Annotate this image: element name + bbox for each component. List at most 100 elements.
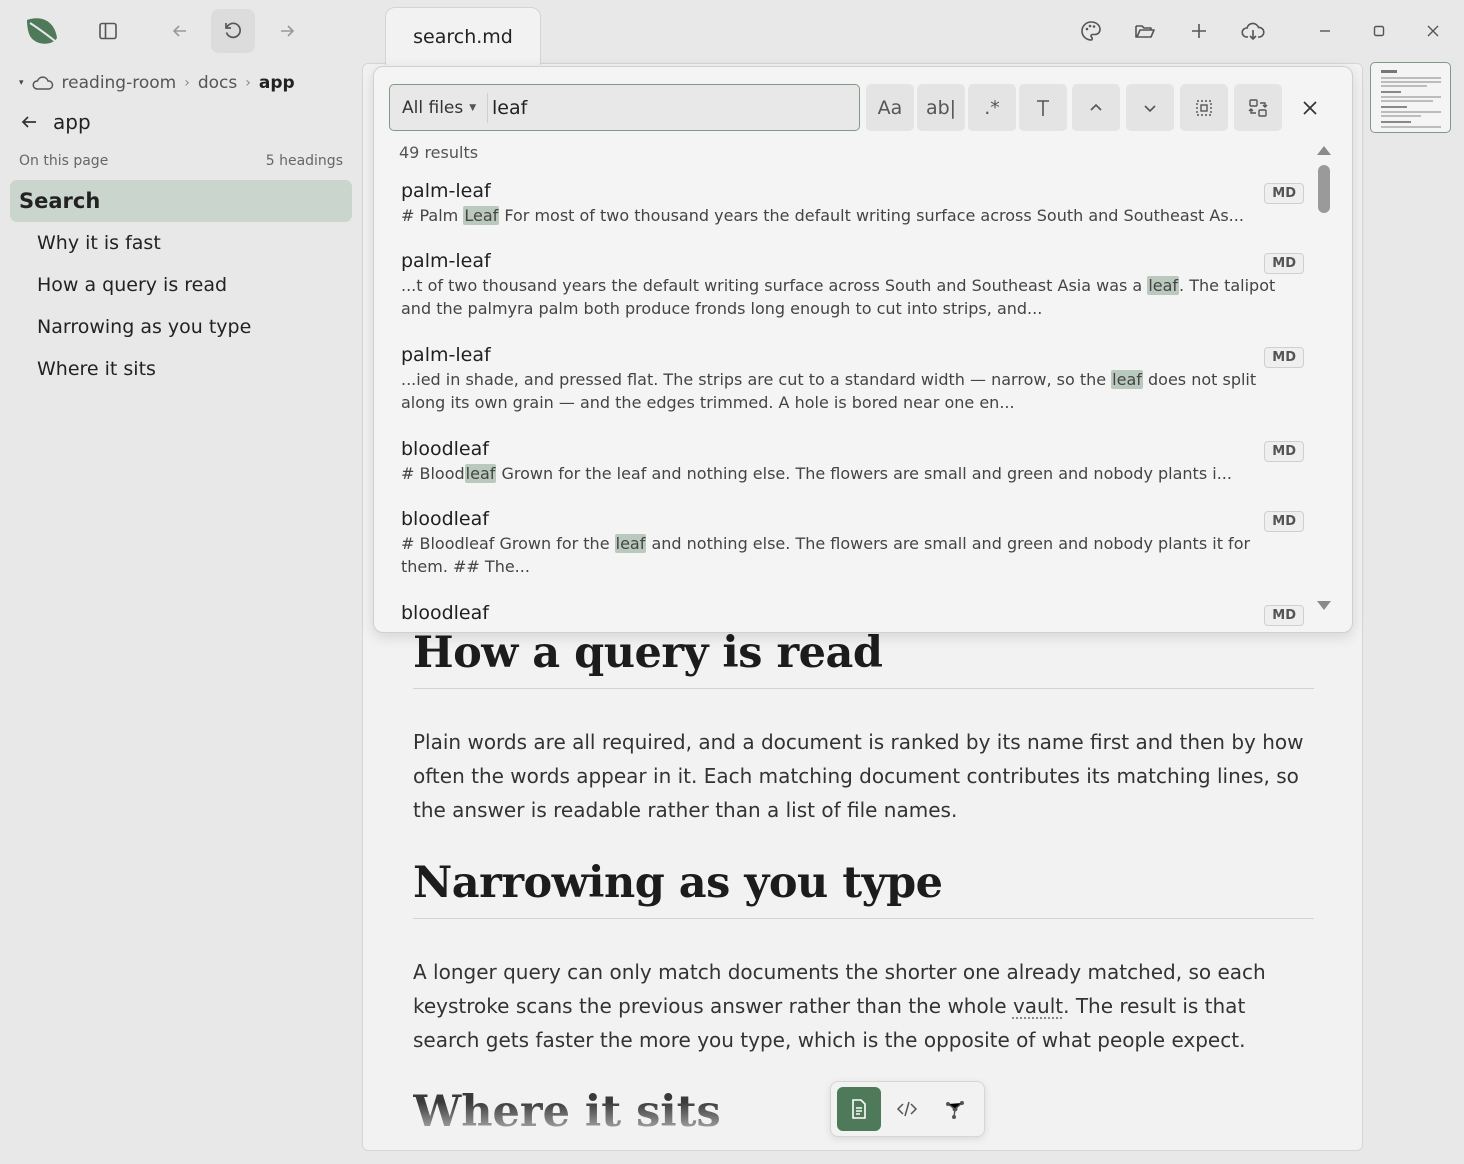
search-result[interactable]: palm-leaf # Palm Leaf For most of two th… bbox=[389, 173, 1304, 243]
document-icon bbox=[852, 1099, 866, 1119]
search-input[interactable]: leaf bbox=[488, 97, 527, 119]
scroll-down-icon bbox=[1317, 601, 1331, 610]
search-result[interactable]: palm-leaf ...ied in shade, and pressed f… bbox=[389, 337, 1304, 431]
source-view-button[interactable] bbox=[885, 1087, 929, 1131]
replace-icon bbox=[1248, 98, 1268, 117]
minimap-line bbox=[1381, 115, 1421, 117]
minimap-line bbox=[1381, 85, 1427, 87]
whole-word-toggle[interactable]: ab| bbox=[917, 84, 965, 131]
minimize-icon bbox=[1320, 30, 1330, 32]
file-type-badge: MD bbox=[1264, 347, 1304, 368]
outline-header: On this page 5 headings bbox=[19, 153, 343, 169]
minimap-line bbox=[1381, 91, 1401, 93]
result-file-name: palm-leaf bbox=[401, 344, 491, 366]
vault-link[interactable]: vault bbox=[1013, 994, 1063, 1018]
sidebar-icon bbox=[99, 22, 117, 40]
refresh-icon bbox=[225, 22, 241, 39]
minimap-line bbox=[1381, 111, 1441, 113]
whole-word-label: ab| bbox=[925, 96, 957, 119]
search-scope-value: All files bbox=[402, 97, 464, 118]
toggle-sidebar-button[interactable] bbox=[86, 9, 130, 53]
match-case-label: Aa bbox=[877, 96, 903, 119]
view-mode-switcher bbox=[830, 1081, 985, 1137]
paragraph-query-read: Plain words are all required, and a docu… bbox=[413, 730, 1304, 822]
sync-button[interactable] bbox=[1231, 9, 1275, 53]
plus-icon bbox=[1192, 24, 1206, 38]
page-minimap[interactable] bbox=[1370, 62, 1451, 133]
new-button[interactable] bbox=[1177, 9, 1221, 53]
back-button[interactable] bbox=[158, 9, 202, 53]
outline-heading-count: 5 headings bbox=[265, 153, 343, 169]
breadcrumb-item-docs[interactable]: docs bbox=[198, 73, 237, 93]
theme-button[interactable] bbox=[1069, 9, 1113, 53]
match-highlight: leaf bbox=[464, 464, 497, 483]
result-file-name: bloodleaf bbox=[401, 508, 489, 530]
arrow-left-icon bbox=[21, 116, 36, 128]
results-scrollbar[interactable] bbox=[1316, 141, 1332, 621]
previous-result-button[interactable] bbox=[1072, 84, 1120, 131]
outline-item-where-sits[interactable]: Where it sits bbox=[10, 348, 352, 390]
regex-toggle[interactable]: .* bbox=[968, 84, 1016, 131]
breadcrumb-item-current[interactable]: app bbox=[259, 73, 295, 93]
open-folder-button[interactable] bbox=[1123, 9, 1167, 53]
breadcrumb-separator: › bbox=[245, 75, 251, 91]
reload-button[interactable] bbox=[211, 9, 255, 53]
back-folder-label: app bbox=[53, 110, 91, 134]
outline-item-label: Narrowing as you type bbox=[37, 316, 252, 338]
result-file-name: bloodleaf bbox=[401, 602, 489, 624]
outline-item-narrowing[interactable]: Narrowing as you type bbox=[10, 306, 352, 348]
search-scope-dropdown[interactable]: All files ▼ bbox=[390, 92, 488, 123]
heading-narrowing: Narrowing as you type bbox=[413, 858, 1314, 919]
heading-query-read: How a query is read bbox=[413, 628, 1314, 689]
file-type-badge: MD bbox=[1264, 605, 1304, 626]
outline-item-label: How a query is read bbox=[37, 274, 228, 296]
file-type-badge: MD bbox=[1264, 183, 1304, 204]
search-result[interactable]: bloodleaf MD bbox=[389, 595, 1304, 632]
chevron-down-icon: ▼ bbox=[469, 102, 477, 113]
match-case-toggle[interactable]: Aa bbox=[866, 84, 914, 131]
maximize-button[interactable] bbox=[1357, 9, 1401, 53]
search-box[interactable]: All files ▼ leaf bbox=[389, 84, 860, 131]
scrollbar-thumb[interactable] bbox=[1318, 165, 1330, 213]
outline-item-why-fast[interactable]: Why it is fast bbox=[10, 222, 352, 264]
breadcrumb: ▾ reading-room › docs › app bbox=[19, 71, 295, 95]
search-results: palm-leaf # Palm Leaf For most of two th… bbox=[389, 173, 1304, 632]
outline-item-query-read[interactable]: How a query is read bbox=[10, 264, 352, 306]
vault-menu-caret-icon[interactable]: ▾ bbox=[19, 78, 24, 88]
reading-view-button[interactable] bbox=[837, 1087, 881, 1131]
search-result[interactable]: palm-leaf ...t of two thousand years the… bbox=[389, 243, 1304, 337]
minimap-line bbox=[1381, 121, 1411, 123]
search-panel: All files ▼ leaf Aa ab| .* 49 results pa… bbox=[373, 66, 1353, 633]
match-highlight: leaf bbox=[1147, 276, 1180, 295]
tab-search-md[interactable]: search.md bbox=[385, 7, 541, 65]
result-count: 49 results bbox=[399, 143, 479, 162]
close-search-button[interactable] bbox=[1286, 84, 1334, 131]
arrow-left-icon bbox=[172, 25, 186, 37]
search-result[interactable]: bloodleaf # Bloodleaf Grown for the leaf… bbox=[389, 431, 1304, 501]
arrow-right-icon bbox=[281, 25, 295, 37]
search-result[interactable]: bloodleaf # Bloodleaf Grown for the leaf… bbox=[389, 501, 1304, 595]
close-window-button[interactable] bbox=[1411, 9, 1455, 53]
heading-where-sits: Where it sits bbox=[413, 1087, 721, 1137]
minimize-button[interactable] bbox=[1303, 9, 1347, 53]
next-result-button[interactable] bbox=[1126, 84, 1174, 131]
minimap-line bbox=[1381, 100, 1433, 102]
result-snippet: ...t of two thousand years the default w… bbox=[401, 276, 1276, 318]
breadcrumb-separator: › bbox=[184, 75, 190, 91]
chevron-down-icon bbox=[1144, 104, 1156, 112]
close-icon bbox=[1303, 100, 1317, 115]
breadcrumb-item-vault[interactable]: reading-room bbox=[62, 73, 177, 93]
replace-toggle[interactable] bbox=[1234, 84, 1282, 131]
forward-button[interactable] bbox=[265, 9, 309, 53]
back-to-folder[interactable]: app bbox=[19, 110, 91, 134]
text-only-toggle[interactable] bbox=[1019, 84, 1067, 131]
text-type-icon bbox=[1037, 99, 1049, 116]
minimap-line bbox=[1381, 70, 1397, 73]
graph-view-button[interactable] bbox=[933, 1087, 977, 1131]
outline-item-label: Why it is fast bbox=[37, 232, 161, 254]
app-logo bbox=[24, 14, 60, 48]
search-in-selection-toggle[interactable] bbox=[1180, 84, 1228, 131]
paragraph-narrowing: A longer query can only match documents … bbox=[413, 955, 1314, 1057]
outline-item-search[interactable]: Search bbox=[10, 180, 352, 222]
outline-item-label: Where it sits bbox=[37, 358, 156, 380]
